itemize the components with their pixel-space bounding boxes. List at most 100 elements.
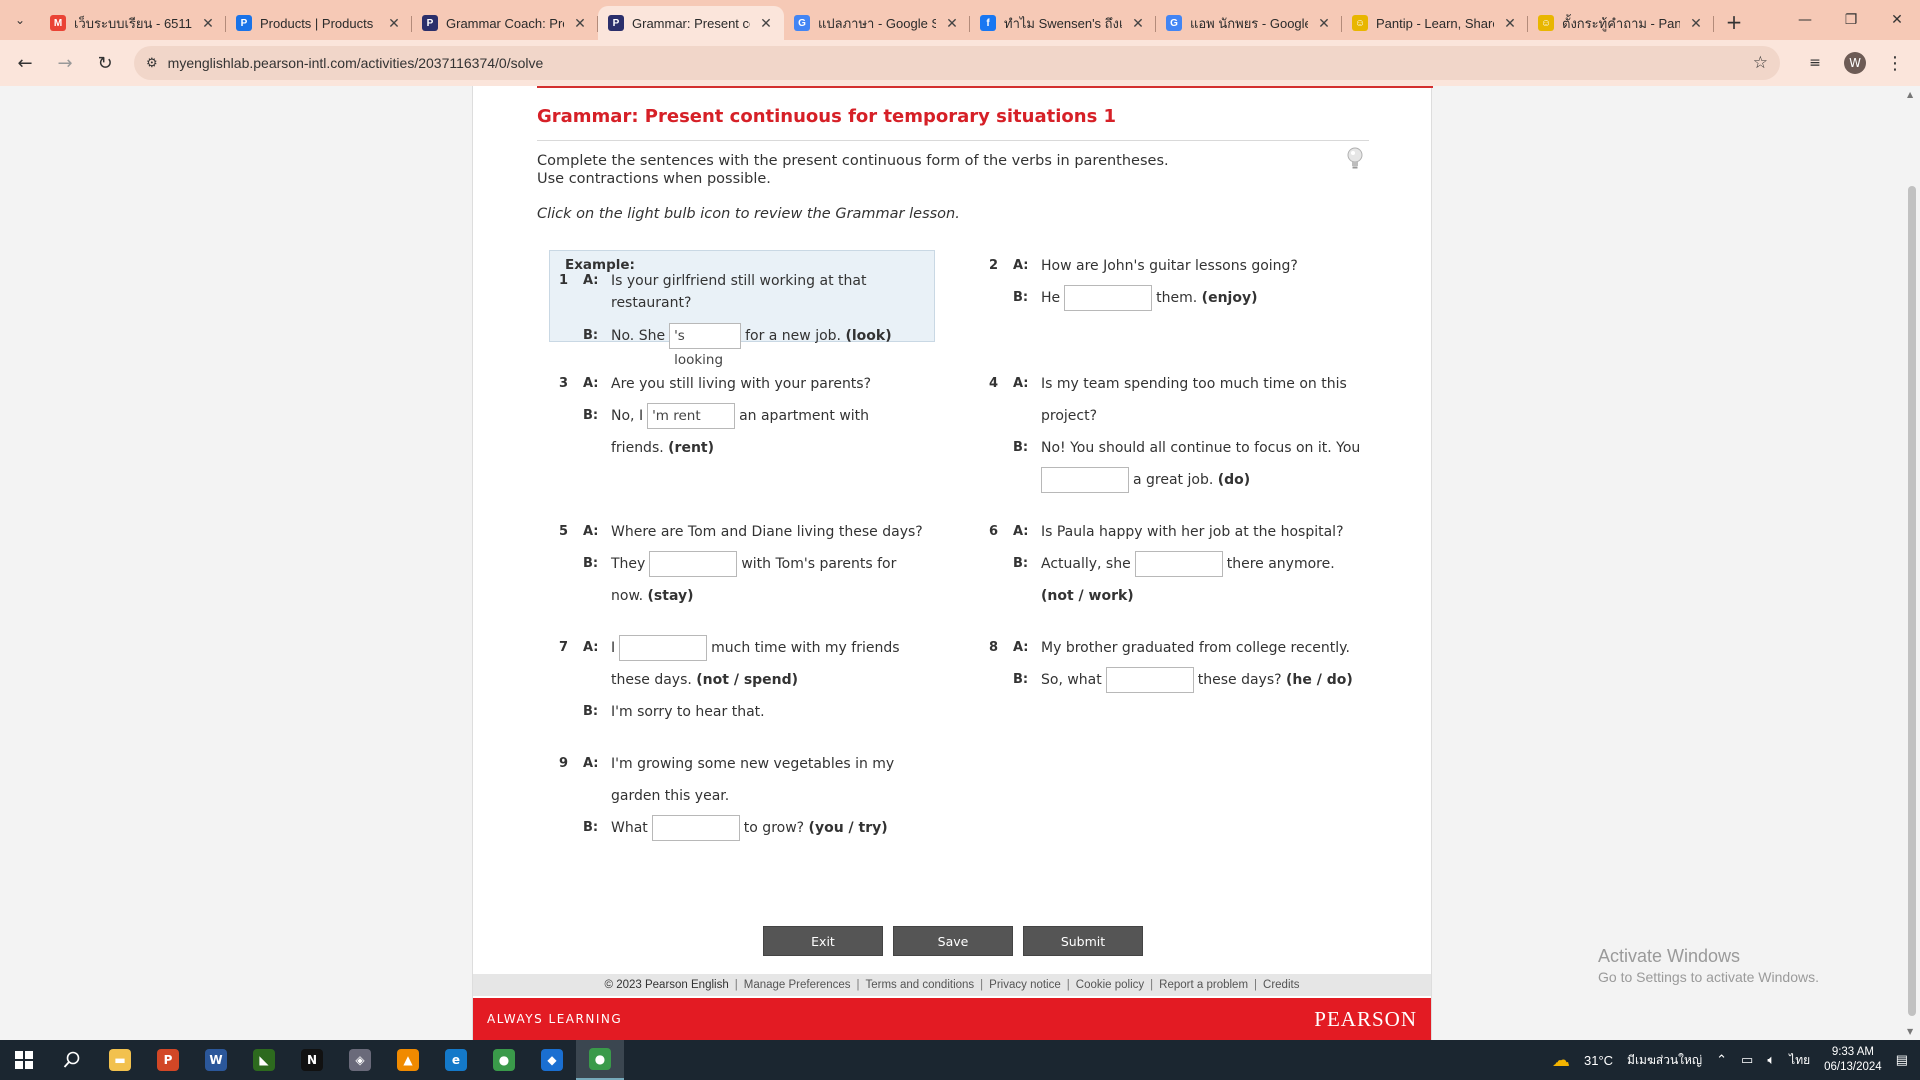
tab-close-icon[interactable]: ✕ — [758, 15, 774, 32]
bookmark-star-icon[interactable]: ☆ — [1753, 53, 1768, 73]
reload-button[interactable]: ↻ — [88, 46, 122, 80]
tab-close-icon[interactable]: ✕ — [1130, 15, 1146, 32]
taskbar-app[interactable]: N — [288, 1040, 336, 1080]
exit-button[interactable]: Exit — [763, 926, 883, 956]
answer-prefix: No. She — [611, 328, 666, 344]
tab-close-icon[interactable]: ✕ — [1688, 15, 1704, 32]
footer-link-privacy[interactable]: Privacy notice — [989, 979, 1061, 991]
browser-tab[interactable]: M เว็บระบบเรียน - 651110 ✕ — [40, 6, 226, 40]
tab-close-icon[interactable]: ✕ — [944, 15, 960, 32]
tab-title: ทำไม Swensen's ถึงแบ่ — [1004, 15, 1122, 31]
question-text-line2: project? — [1041, 408, 1098, 424]
tab-search-button[interactable]: ⌄ — [6, 6, 34, 34]
answer-input-3[interactable]: 'm rent — [647, 403, 736, 429]
scrollbar-thumb[interactable] — [1908, 186, 1916, 1016]
browser-tab[interactable]: G แปลภาษา - Google Se ✕ — [784, 6, 970, 40]
answer-input-8[interactable] — [1105, 667, 1194, 693]
question-6: 6 A: Is Paula happy with her job at the … — [989, 516, 1389, 612]
browser-tab[interactable]: f ทำไม Swensen's ถึงแบ่ ✕ — [970, 6, 1156, 40]
start-button[interactable] — [0, 1040, 48, 1080]
taskbar-app[interactable]: ◆ — [528, 1040, 576, 1080]
url-text[interactable]: myenglishlab.pearson-intl.com/activities… — [168, 55, 1743, 71]
submit-button[interactable]: Submit — [1023, 926, 1143, 956]
media-controls-button[interactable]: ≡ — [1798, 46, 1832, 80]
window-controls: — ❐ ✕ — [1782, 0, 1920, 40]
taskbar-app[interactable]: W — [192, 1040, 240, 1080]
weather-temp[interactable]: 31°C — [1584, 1053, 1613, 1068]
new-tab-button[interactable]: + — [1720, 8, 1748, 36]
tab-close-icon[interactable]: ✕ — [1316, 15, 1332, 32]
taskbar-app[interactable]: e — [432, 1040, 480, 1080]
search-button[interactable] — [48, 1040, 96, 1080]
gmail-icon: M — [50, 15, 66, 31]
volume-icon[interactable]: 🔈︎ — [1767, 1052, 1775, 1068]
save-button[interactable]: Save — [893, 926, 1013, 956]
forward-button[interactable]: → — [48, 46, 82, 80]
tab-close-icon[interactable]: ✕ — [200, 15, 216, 32]
answer-input-2[interactable] — [1064, 285, 1153, 311]
tab-close-icon[interactable]: ✕ — [572, 15, 588, 32]
footer-link-manage-preferences[interactable]: Manage Preferences — [744, 979, 851, 991]
system-tray: ☁ 31°C มีเมฆส่วนใหญ่ ⌃ ▭ 🔈︎ ไทย 9:33 AM … — [1552, 1040, 1920, 1080]
arrow-right-icon: → — [57, 52, 73, 74]
browser-tab[interactable]: ☺ Pantip - Learn, Share ✕ — [1342, 6, 1528, 40]
app-icon: ◆ — [541, 1049, 563, 1071]
taskbar-app[interactable]: ▬ — [96, 1040, 144, 1080]
grammar-hint: Click on the light bulb icon to review t… — [537, 206, 960, 222]
back-button[interactable]: ← — [8, 46, 42, 80]
tab-close-icon[interactable]: ✕ — [1502, 15, 1518, 32]
address-bar[interactable]: ⚙ myenglishlab.pearson-intl.com/activiti… — [134, 46, 1780, 80]
question-text: Is my team spending too much time on thi… — [1041, 376, 1347, 392]
browser-tab[interactable]: P Grammar: Present co ✕ — [598, 6, 784, 40]
scroll-down-icon[interactable]: ▼ — [1907, 1027, 1913, 1036]
answer-input-5[interactable] — [649, 551, 738, 577]
browser-tab[interactable]: G แอพ นักพยร - Google ✕ — [1156, 6, 1342, 40]
taskbar-app[interactable]: ◈ — [336, 1040, 384, 1080]
weather-icon[interactable]: ☁ — [1552, 1050, 1570, 1071]
restore-button[interactable]: ❐ — [1828, 0, 1874, 40]
footer-link-credits[interactable]: Credits — [1263, 979, 1299, 991]
nvidia-icon: ◣ — [253, 1049, 275, 1071]
question-text: How are John's guitar lessons going? — [1041, 258, 1298, 274]
taskbar-app[interactable]: ● — [576, 1040, 624, 1080]
speaker-a-label: A: — [583, 524, 599, 539]
question-text: I'm growing some new vegetables in my — [611, 756, 895, 772]
tab-close-icon[interactable]: ✕ — [386, 15, 402, 32]
chevron-up-icon[interactable]: ⌃ — [1716, 1052, 1727, 1068]
answer-input-9[interactable] — [651, 815, 740, 841]
page-viewport: Grammar: Present continuous for temporar… — [0, 86, 1920, 1040]
weather-desc[interactable]: มีเมฆส่วนใหญ่ — [1627, 1051, 1702, 1070]
footer-link-terms[interactable]: Terms and conditions — [866, 979, 975, 991]
scroll-up-icon[interactable]: ▲ — [1907, 90, 1913, 99]
answer-input-7[interactable] — [619, 635, 708, 661]
site-info-icon[interactable]: ⚙ — [146, 55, 158, 71]
taskbar-app[interactable]: P — [144, 1040, 192, 1080]
taskbar-app[interactable]: ◣ — [240, 1040, 288, 1080]
response-text: I'm sorry to hear that. — [611, 704, 765, 720]
footer-link-cookie[interactable]: Cookie policy — [1076, 979, 1144, 991]
browser-tab[interactable]: ☺ ตั้งกระทู้คำถาม - Pantip ✕ — [1528, 6, 1714, 40]
answer-input-4[interactable] — [1041, 467, 1129, 493]
tab-title: Grammar: Present co — [632, 15, 750, 31]
verb-cue: (rent) — [668, 440, 715, 456]
profile-button[interactable]: W — [1838, 46, 1872, 80]
browser-menu-button[interactable]: ⋮ — [1878, 46, 1912, 80]
network-icon[interactable]: ▭ — [1741, 1052, 1753, 1068]
minimize-button[interactable]: — — [1782, 0, 1828, 40]
browser-tab[interactable]: P Grammar Coach: Pres ✕ — [412, 6, 598, 40]
notifications-icon[interactable]: ▤ — [1896, 1052, 1908, 1068]
taskbar-app[interactable]: ▲ — [384, 1040, 432, 1080]
footer-link-report-problem[interactable]: Report a problem — [1159, 979, 1248, 991]
taskbar-app[interactable]: ● — [480, 1040, 528, 1080]
clock[interactable]: 9:33 AM 06/13/2024 — [1824, 1045, 1882, 1075]
speaker-a-label: A: — [1013, 376, 1029, 391]
answer-input-6[interactable] — [1134, 551, 1223, 577]
light-bulb-icon[interactable] — [1345, 146, 1365, 172]
speaker-b-label: B: — [583, 408, 599, 423]
browser-tab[interactable]: P Products | Products | ✕ — [226, 6, 412, 40]
answer-prefix: Actually, she — [1041, 556, 1131, 572]
page-scrollbar[interactable]: ▲ ▼ — [1904, 86, 1920, 1040]
input-language[interactable]: ไทย — [1789, 1051, 1810, 1070]
close-window-button[interactable]: ✕ — [1874, 0, 1920, 40]
question-text: Is your girlfriend still working at that… — [611, 273, 867, 311]
